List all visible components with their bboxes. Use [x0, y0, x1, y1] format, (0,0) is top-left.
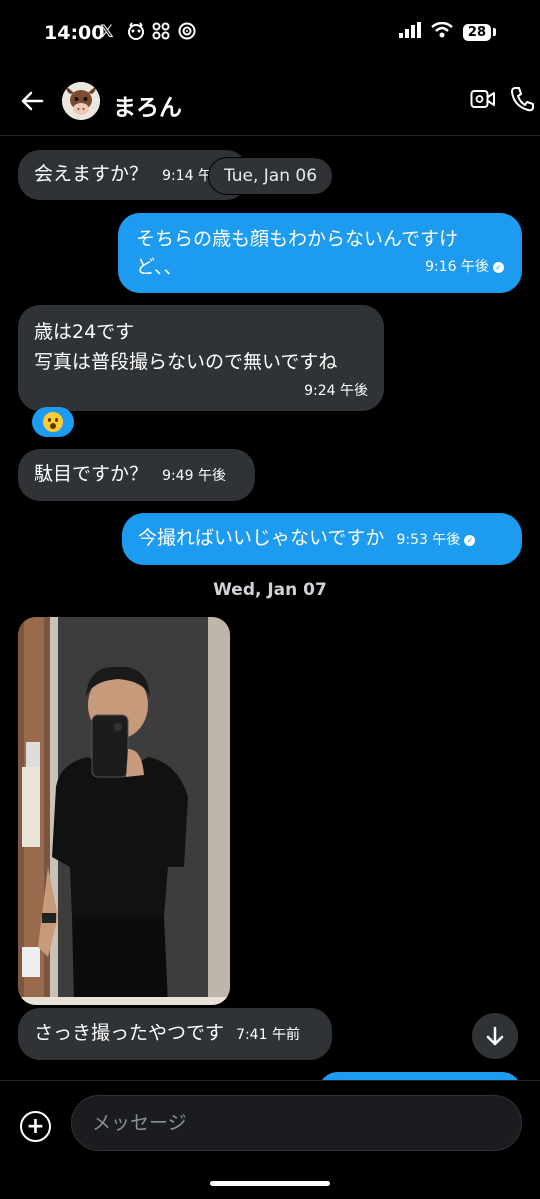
message-input[interactable] [71, 1095, 522, 1151]
back-arrow-icon[interactable] [18, 86, 48, 116]
pet-app-icon [126, 22, 146, 45]
x-logo-icon: 𝕏 [100, 22, 114, 42]
message-time: 9:49 午後 [162, 468, 226, 484]
message-time: 7:41 午前 [236, 1027, 300, 1043]
status-time: 14:00 [44, 22, 105, 44]
message-text: 駄目ですか？ [34, 463, 149, 485]
contact-name[interactable]: まろん [113, 88, 182, 122]
battery-icon: 28 [462, 23, 491, 41]
message-text: 写真は普段撮らないので無いですね [34, 351, 338, 373]
message-outgoing[interactable]: 今撮ればいいじゃないですか 9:53 午後 ✓ [122, 513, 522, 565]
message-text: 今撮ればいいじゃないですか [138, 527, 385, 549]
wifi-icon [431, 21, 453, 42]
message-text: ど、、 [136, 256, 183, 278]
mirror-selfie-photo[interactable] [18, 617, 230, 1005]
read-check-icon: ✓ [493, 262, 504, 273]
avatar[interactable] [62, 82, 100, 120]
message-outgoing[interactable]: そちらの歳も顔もわからないんですけ ど、、 9:16 午後 ✓ [118, 213, 522, 293]
video-call-icon[interactable] [470, 88, 496, 114]
status-bar: 14:00 𝕏 28 [0, 0, 540, 66]
message-time: 9:24 午後 [304, 383, 368, 399]
message-time: 9:16 午後 ✓ [425, 253, 504, 281]
message-text: そちらの歳も顔もわからないんですけ [136, 228, 459, 250]
add-media-button[interactable]: + [20, 1111, 51, 1142]
message-text: 会えますか？ [34, 163, 149, 185]
signal-icon [398, 22, 421, 42]
phone-icon[interactable] [510, 86, 534, 116]
scroll-to-bottom-button[interactable] [472, 1013, 518, 1059]
arrow-down-icon [486, 1026, 504, 1046]
message-time: 9:53 午後 ✓ [396, 532, 476, 548]
conversation-header: まろん [0, 70, 540, 136]
astonished-face-emoji [43, 412, 63, 432]
grid-app-icon [152, 22, 170, 45]
message-incoming[interactable]: さっき撮ったやつです 7:41 午前 [18, 1008, 332, 1060]
read-check-icon: ✓ [464, 535, 476, 546]
home-indicator[interactable] [210, 1181, 330, 1186]
message-text: さっき撮ったやつです [34, 1022, 225, 1044]
hotspot-icon [178, 22, 196, 45]
date-label-jan06: Tue, Jan 06 [208, 157, 333, 195]
date-separator-jan07: Wed, Jan 07 [213, 580, 327, 600]
battery-tip [493, 28, 496, 36]
message-incoming[interactable]: 歳は24です 写真は普段撮らないので無いですね 9:24 午後 [18, 305, 384, 411]
message-incoming[interactable]: 駄目ですか？ 9:49 午後 [18, 449, 255, 501]
reaction-badge[interactable] [32, 407, 74, 437]
message-text: 歳は24です [34, 321, 135, 343]
